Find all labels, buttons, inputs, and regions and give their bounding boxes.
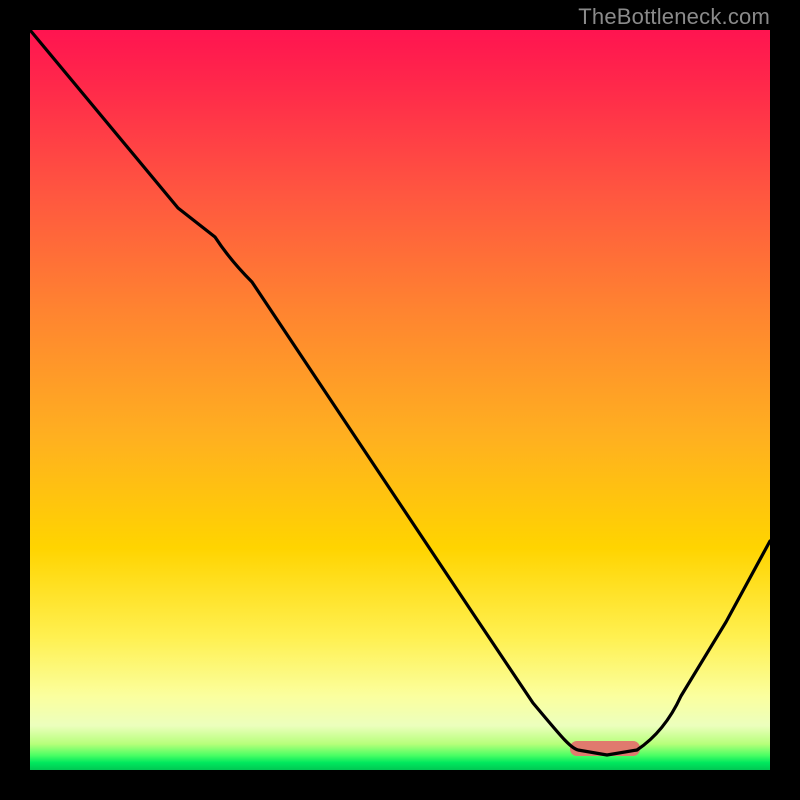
chart-overlay — [30, 30, 770, 770]
chart-frame: TheBottleneck.com — [0, 0, 800, 800]
bottleneck-curve — [30, 30, 770, 755]
watermark-text: TheBottleneck.com — [578, 4, 770, 30]
